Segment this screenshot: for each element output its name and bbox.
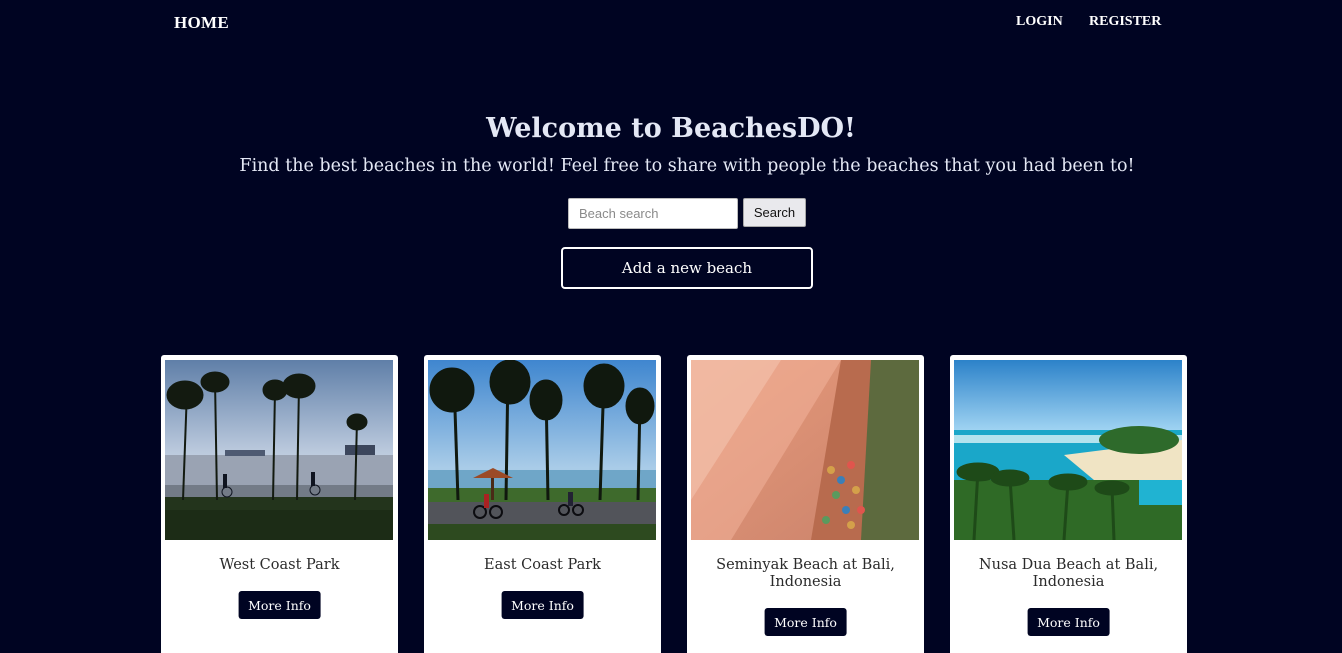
beach-card-seminyak: Seminyak Beach at Bali, Indonesia More I… (687, 355, 924, 653)
page-title: Welcome to BeachesDO! (486, 113, 856, 144)
beach-photo-nusa-dua (954, 360, 1182, 540)
beach-name: Seminyak Beach at Bali, Indonesia (716, 557, 895, 590)
search-button[interactable]: Search (743, 198, 806, 227)
top-navbar: HOME LOGIN REGISTER (0, 0, 1342, 44)
more-info-button[interactable]: More Info (501, 591, 584, 619)
beach-card-nusa-dua: Nusa Dua Beach at Bali, Indonesia More I… (950, 355, 1187, 653)
nav-register-link[interactable]: REGISTER (1089, 14, 1161, 30)
beach-photo-seminyak (691, 360, 919, 540)
beach-photo-west-coast-park (165, 360, 393, 540)
nav-login-link[interactable]: LOGIN (1016, 14, 1063, 30)
beach-name: West Coast Park (219, 557, 340, 573)
more-info-button[interactable]: More Info (1027, 608, 1110, 636)
beach-card-east-coast-park: East Coast Park More Info (424, 355, 661, 653)
add-new-beach-button[interactable]: Add a new beach (561, 247, 813, 289)
beach-name: Nusa Dua Beach at Bali, Indonesia (978, 557, 1159, 590)
nav-home-link[interactable]: HOME (174, 13, 229, 33)
page: HOME LOGIN REGISTER Welcome to BeachesDO… (0, 0, 1342, 653)
beach-search-input[interactable] (568, 198, 738, 229)
page-subtitle: Find the best beaches in the world! Feel… (239, 156, 1135, 176)
beach-photo-east-coast-park (428, 360, 656, 540)
more-info-button[interactable]: More Info (238, 591, 321, 619)
more-info-button[interactable]: More Info (764, 608, 847, 636)
beach-name: East Coast Park (484, 557, 601, 573)
beach-card-west-coast-park: West Coast Park More Info (161, 355, 398, 653)
